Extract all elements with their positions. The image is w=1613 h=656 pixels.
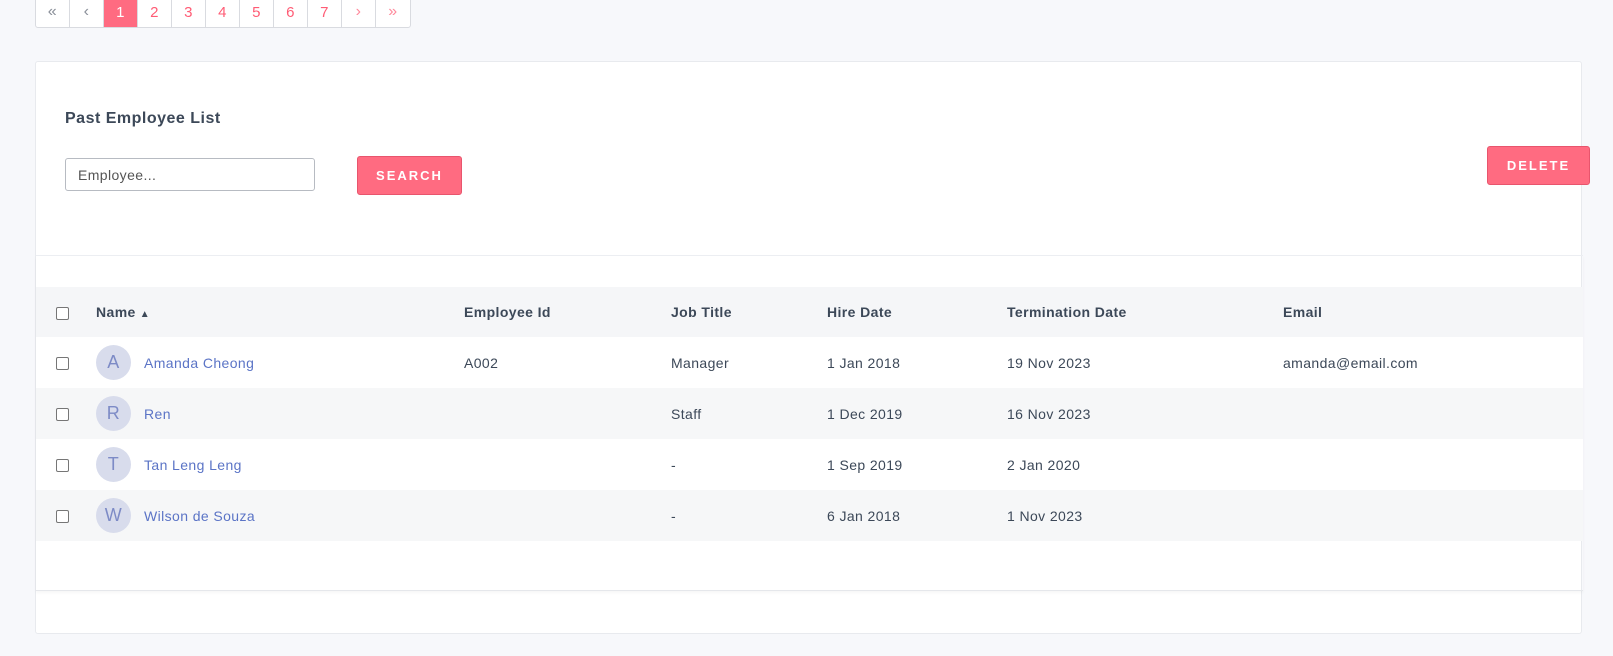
- termination-date-cell: 19 Nov 2023: [1007, 354, 1091, 371]
- job-title-cell: Staff: [671, 405, 702, 422]
- table-row: T Tan Leng Leng - 1 Sep 2019 2 Jan 2020: [36, 439, 1583, 490]
- table-row: A Amanda Cheong A002 Manager 1 Jan 2018 1…: [36, 337, 1583, 388]
- job-title-cell: -: [671, 456, 677, 473]
- next-page-button[interactable]: ›: [342, 0, 376, 27]
- email-cell: [1283, 388, 1583, 439]
- hire-date-cell: 1 Jan 2018: [827, 354, 901, 371]
- row-select: [36, 490, 96, 541]
- job-title-cell: Manager: [671, 354, 730, 371]
- row-select: [36, 439, 96, 490]
- job-title-cell: -: [671, 507, 677, 524]
- employee-table-container: Name ▲ Employee Id Job Title Hire Date Te…: [36, 255, 1583, 591]
- page-button-1[interactable]: 1: [104, 0, 138, 27]
- avatar: R: [96, 396, 131, 431]
- first-page-button[interactable]: «: [36, 0, 70, 27]
- pagination: « ‹ 1 2 3 4 5 6 7 › »: [35, 0, 411, 28]
- termination-date-cell: 16 Nov 2023: [1007, 405, 1091, 422]
- name-cell: W Wilson de Souza: [96, 490, 464, 541]
- hire-date-cell: 1 Dec 2019: [827, 405, 903, 422]
- employee-id-cell: [464, 388, 671, 439]
- prev-page-button[interactable]: ‹: [70, 0, 104, 27]
- avatar: T: [96, 447, 131, 482]
- sort-ascending-icon: ▲: [139, 309, 151, 320]
- header-email[interactable]: Email: [1283, 287, 1583, 337]
- page-button-7[interactable]: 7: [308, 0, 342, 27]
- row-select: [36, 388, 96, 439]
- page-button-2[interactable]: 2: [138, 0, 172, 27]
- email-cell: [1283, 439, 1583, 490]
- avatar: A: [96, 345, 131, 380]
- table-row: W Wilson de Souza - 6 Jan 2018 1 Nov 2023: [36, 490, 1583, 541]
- page-button-6[interactable]: 6: [274, 0, 308, 27]
- employee-id-cell: [464, 439, 671, 490]
- name-cell: T Tan Leng Leng: [96, 439, 464, 490]
- header-job-title[interactable]: Job Title: [671, 287, 827, 337]
- employee-name-link[interactable]: Ren: [144, 406, 171, 422]
- header-employee-id[interactable]: Employee Id: [464, 287, 671, 337]
- row-select: [36, 337, 96, 388]
- row-checkbox[interactable]: [56, 408, 69, 422]
- header-hire-date[interactable]: Hire Date: [827, 287, 1007, 337]
- table-row: R Ren Staff 1 Dec 2019 16 Nov 2023: [36, 388, 1583, 439]
- header-select-all: [36, 287, 96, 337]
- termination-date-cell: 2 Jan 2020: [1007, 456, 1081, 473]
- last-page-button[interactable]: »: [376, 0, 410, 27]
- row-checkbox[interactable]: [56, 459, 69, 473]
- employee-name-link[interactable]: Tan Leng Leng: [144, 457, 242, 473]
- delete-button[interactable]: DELETE: [1487, 146, 1590, 185]
- row-checkbox[interactable]: [56, 510, 69, 524]
- page-button-5[interactable]: 5: [240, 0, 274, 27]
- hire-date-cell: 1 Sep 2019: [827, 456, 903, 473]
- name-cell: R Ren: [96, 388, 464, 439]
- search-input[interactable]: [65, 158, 315, 191]
- search-button[interactable]: SEARCH: [357, 156, 462, 195]
- email-cell: [1283, 490, 1583, 541]
- employee-id-cell: A002: [464, 354, 499, 371]
- email-cell: amanda@email.com: [1283, 354, 1418, 371]
- select-all-checkbox[interactable]: [56, 306, 69, 320]
- row-checkbox[interactable]: [56, 357, 69, 371]
- page-title: Past Employee List: [65, 110, 221, 127]
- employee-table: Name ▲ Employee Id Job Title Hire Date Te…: [36, 287, 1583, 541]
- page-button-3[interactable]: 3: [172, 0, 206, 27]
- employee-name-link[interactable]: Wilson de Souza: [144, 508, 255, 524]
- termination-date-cell: 1 Nov 2023: [1007, 507, 1083, 524]
- avatar: W: [96, 498, 131, 533]
- employee-id-cell: [464, 490, 671, 541]
- header-name[interactable]: Name ▲: [96, 287, 464, 337]
- header-termination-date[interactable]: Termination Date: [1007, 287, 1283, 337]
- past-employee-card: Past Employee List SEARCH DELETE Name▲ E…: [35, 61, 1590, 634]
- hire-date-cell: 6 Jan 2018: [827, 507, 901, 524]
- table-header-row: Name ▲ Employee Id Job Title Hire Date Te…: [36, 287, 1583, 337]
- header-name-label: Name: [96, 304, 136, 320]
- page-button-4[interactable]: 4: [206, 0, 240, 27]
- name-cell: A Amanda Cheong: [96, 337, 464, 388]
- employee-name-link[interactable]: Amanda Cheong: [144, 355, 254, 371]
